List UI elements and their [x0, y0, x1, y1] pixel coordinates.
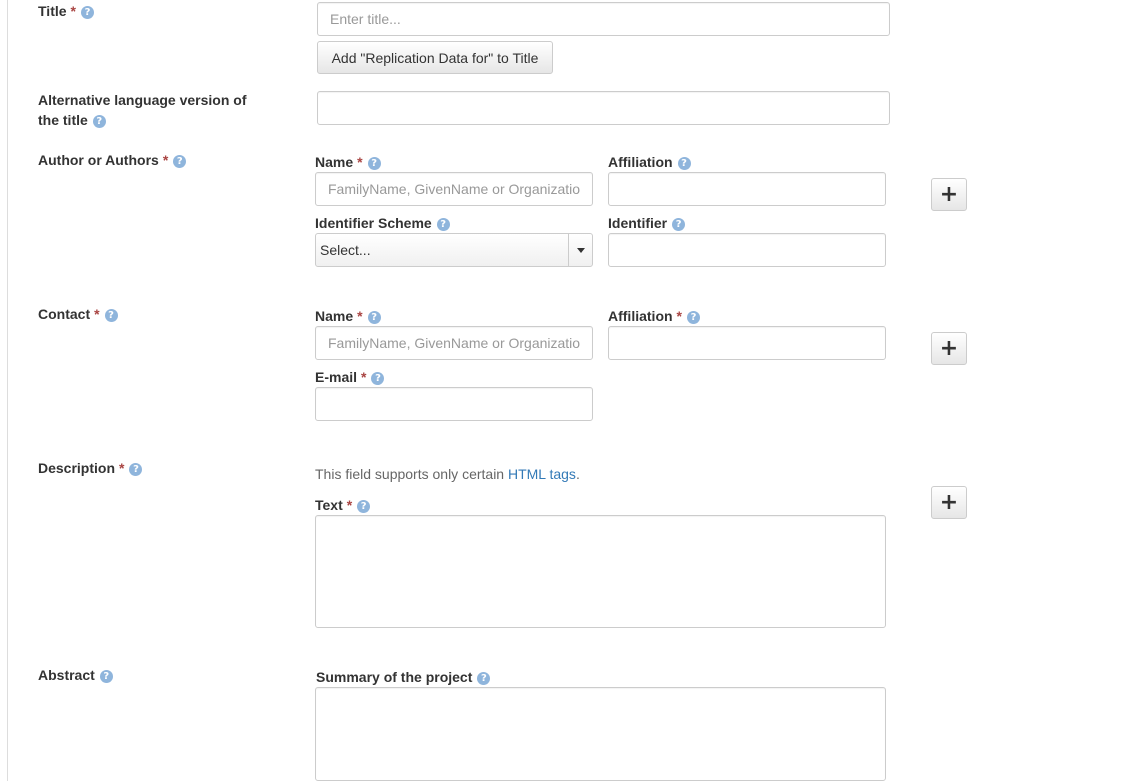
help-icon[interactable]: ?	[436, 218, 450, 231]
contact-affiliation-label: Affiliation *?	[608, 307, 700, 325]
description-text-label-text: Text	[315, 497, 343, 513]
alt-title-input[interactable]	[317, 91, 890, 125]
summary-textarea[interactable]	[315, 687, 886, 781]
abstract-label-text: Abstract	[38, 667, 95, 683]
contact-label-text: Contact	[38, 306, 91, 322]
identifier-scheme-label: Identifier Scheme?	[315, 214, 450, 232]
author-affiliation-label: Affiliation?	[608, 153, 691, 171]
add-author-button[interactable]: +	[931, 178, 967, 211]
identifier-scheme-label-text: Identifier Scheme	[315, 215, 432, 231]
help-icon[interactable]: ?	[80, 6, 94, 19]
abstract-label: Abstract?	[38, 665, 113, 685]
help-icon[interactable]: ?	[672, 218, 686, 231]
contact-name-label-text: Name	[315, 308, 354, 324]
identifier-label-text: Identifier	[608, 215, 668, 231]
required-asterisk: *	[119, 460, 125, 476]
identifier-input[interactable]	[608, 233, 886, 267]
summary-label: Summary of the project?	[316, 668, 491, 686]
alt-title-label-line2: the title	[38, 112, 88, 128]
email-label: E-mail *?	[315, 368, 385, 386]
help-icon[interactable]: ?	[99, 670, 113, 683]
help-icon[interactable]: ?	[687, 311, 700, 324]
help-icon[interactable]: ?	[357, 500, 371, 513]
description-label: Description *?	[38, 458, 143, 478]
description-text-label: Text *?	[315, 496, 371, 514]
author-name-label: Name *?	[315, 153, 381, 171]
contact-label: Contact *?	[38, 304, 118, 324]
help-icon[interactable]: ?	[129, 463, 143, 476]
add-contact-button[interactable]: +	[931, 332, 967, 365]
author-affiliation-label-text: Affiliation	[608, 154, 673, 170]
email-label-text: E-mail	[315, 369, 358, 385]
help-icon[interactable]: ?	[477, 672, 491, 685]
required-asterisk: *	[361, 369, 367, 385]
html-support-text: This field supports only certain	[315, 466, 508, 482]
contact-name-label: Name *?	[315, 307, 381, 325]
html-tags-link[interactable]: HTML tags	[508, 466, 576, 482]
author-name-label-text: Name	[315, 154, 354, 170]
email-input[interactable]	[315, 387, 593, 421]
required-asterisk: *	[357, 308, 363, 324]
title-label: Title *?	[38, 1, 94, 21]
author-label-text: Author or Authors	[38, 152, 159, 168]
help-icon[interactable]: ?	[367, 311, 381, 324]
identifier-label: Identifier?	[608, 214, 686, 232]
contact-affiliation-label-text: Affiliation	[608, 308, 673, 324]
author-affiliation-input[interactable]	[608, 172, 886, 206]
help-icon[interactable]: ?	[371, 372, 385, 385]
contact-affiliation-input[interactable]	[608, 326, 886, 360]
description-label-text: Description	[38, 460, 116, 476]
alt-title-label: Alternative language version of the titl…	[38, 90, 298, 130]
add-description-button[interactable]: +	[931, 486, 967, 519]
required-asterisk: *	[70, 3, 76, 19]
add-replication-data-button[interactable]: Add "Replication Data for" to Title	[317, 41, 553, 74]
title-label-text: Title	[38, 3, 67, 19]
summary-label-text: Summary of the project	[316, 669, 473, 685]
title-input[interactable]	[317, 2, 890, 36]
required-asterisk: *	[94, 306, 100, 322]
description-textarea[interactable]	[315, 515, 886, 628]
contact-name-input[interactable]	[315, 326, 593, 360]
required-asterisk: *	[162, 152, 169, 168]
required-asterisk: *	[676, 308, 682, 324]
left-border	[7, 0, 8, 781]
identifier-scheme-value: Select...	[320, 242, 371, 258]
identifier-scheme-select[interactable]: Select...	[315, 233, 593, 267]
dropdown-toggle[interactable]	[568, 234, 592, 266]
author-label: Author or Authors *?	[38, 150, 187, 170]
help-icon[interactable]: ?	[104, 309, 118, 322]
help-icon[interactable]: ?	[677, 157, 691, 170]
author-name-input[interactable]	[315, 172, 593, 206]
html-support-suffix: .	[575, 466, 580, 482]
html-support-note: This field supports only certain HTML ta…	[315, 466, 580, 482]
help-icon[interactable]: ?	[173, 155, 187, 168]
required-asterisk: *	[346, 497, 353, 513]
help-icon[interactable]: ?	[367, 157, 381, 170]
dataset-metadata-form: Title*? Add "Replication Data for" to Ti…	[0, 0, 1143, 781]
alt-title-label-line1: Alternative language version of	[38, 92, 247, 108]
help-icon[interactable]: ?	[92, 115, 106, 128]
caret-down-icon	[576, 247, 585, 253]
required-asterisk: *	[357, 154, 363, 170]
